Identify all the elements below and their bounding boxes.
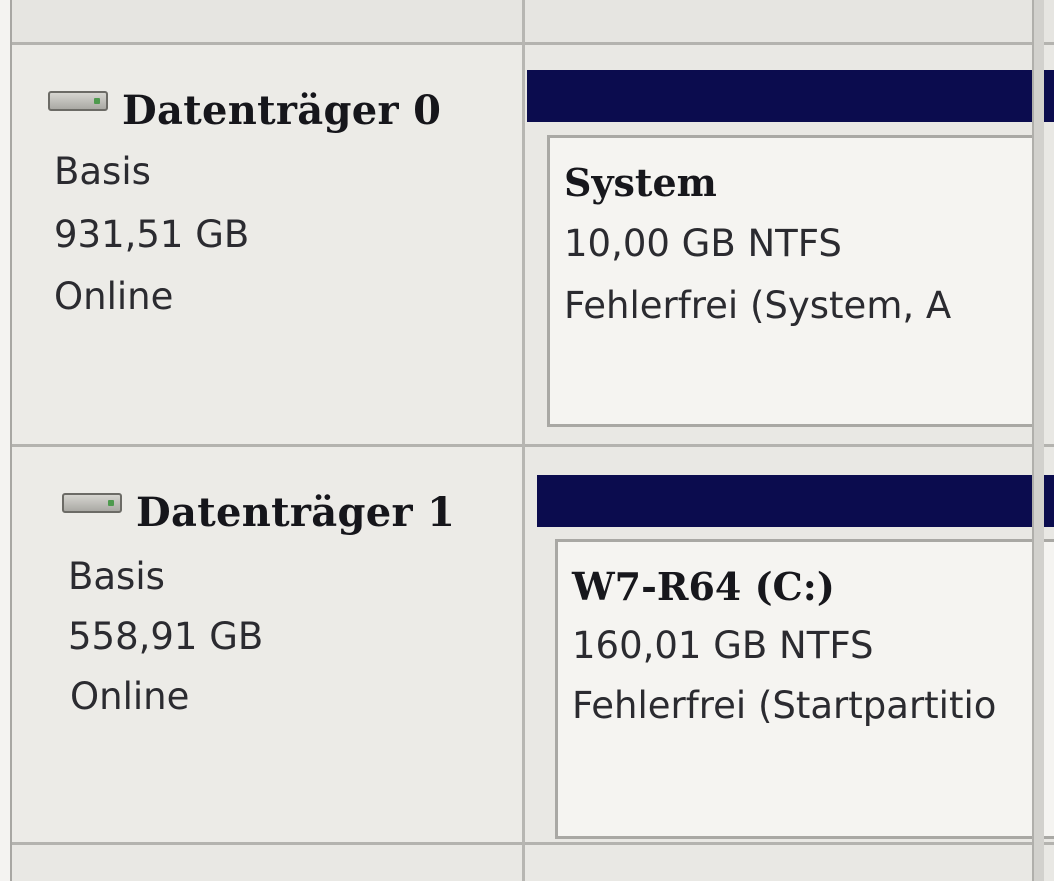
window-left-border — [0, 0, 12, 881]
disk-size: 558,91 GB — [68, 615, 264, 658]
disk-info-panel[interactable]: Datenträger 1 Basis 558,91 GB Online — [12, 447, 522, 842]
partition-area: System 10,00 GB NTFS Fehlerfrei (System,… — [527, 45, 1054, 444]
disk-title: Datenträger 1 — [62, 489, 456, 536]
disk-type: Basis — [54, 150, 151, 193]
hard-disk-icon — [62, 493, 122, 513]
disk-title-label: Datenträger 0 — [122, 87, 442, 134]
partition-header-bar — [527, 70, 1054, 122]
partition-size-fs: 160,01 GB NTFS — [572, 624, 874, 667]
partition-system[interactable]: System 10,00 GB NTFS Fehlerfrei (System,… — [547, 135, 1043, 427]
disk-title: Datenträger 0 — [48, 87, 442, 134]
partition-c[interactable]: W7-R64 (C:) 160,01 GB NTFS Fehlerfrei (S… — [555, 539, 1054, 839]
partition-name: System — [564, 160, 717, 205]
partition-name: W7-R64 (C:) — [572, 564, 835, 609]
disk-type: Basis — [68, 555, 165, 598]
disk-title-label: Datenträger 1 — [136, 489, 456, 536]
partition-area: W7-R64 (C:) 160,01 GB NTFS Fehlerfrei (S… — [527, 447, 1054, 842]
hard-disk-icon — [48, 91, 108, 111]
right-edge-scroll[interactable] — [1032, 0, 1044, 881]
disk-row-1[interactable]: Datenträger 1 Basis 558,91 GB Online W7-… — [12, 447, 1054, 842]
partition-state: Fehlerfrei (Startpartitio — [572, 684, 997, 727]
column-separator — [522, 0, 525, 881]
disk-info-panel[interactable]: Datenträger 0 Basis 931,51 GB Online — [12, 45, 522, 444]
disk-status: Online — [54, 275, 174, 318]
disk-row-0[interactable]: Datenträger 0 Basis 931,51 GB Online Sys… — [12, 45, 1054, 444]
row-separator — [12, 842, 1054, 845]
partition-header-bar — [537, 475, 1054, 527]
disk-size: 931,51 GB — [54, 213, 250, 256]
partition-size-fs: 10,00 GB NTFS — [564, 222, 842, 265]
partition-state: Fehlerfrei (System, A — [564, 284, 952, 327]
disk-status: Online — [70, 675, 190, 718]
previous-row-remnant — [12, 0, 1054, 42]
